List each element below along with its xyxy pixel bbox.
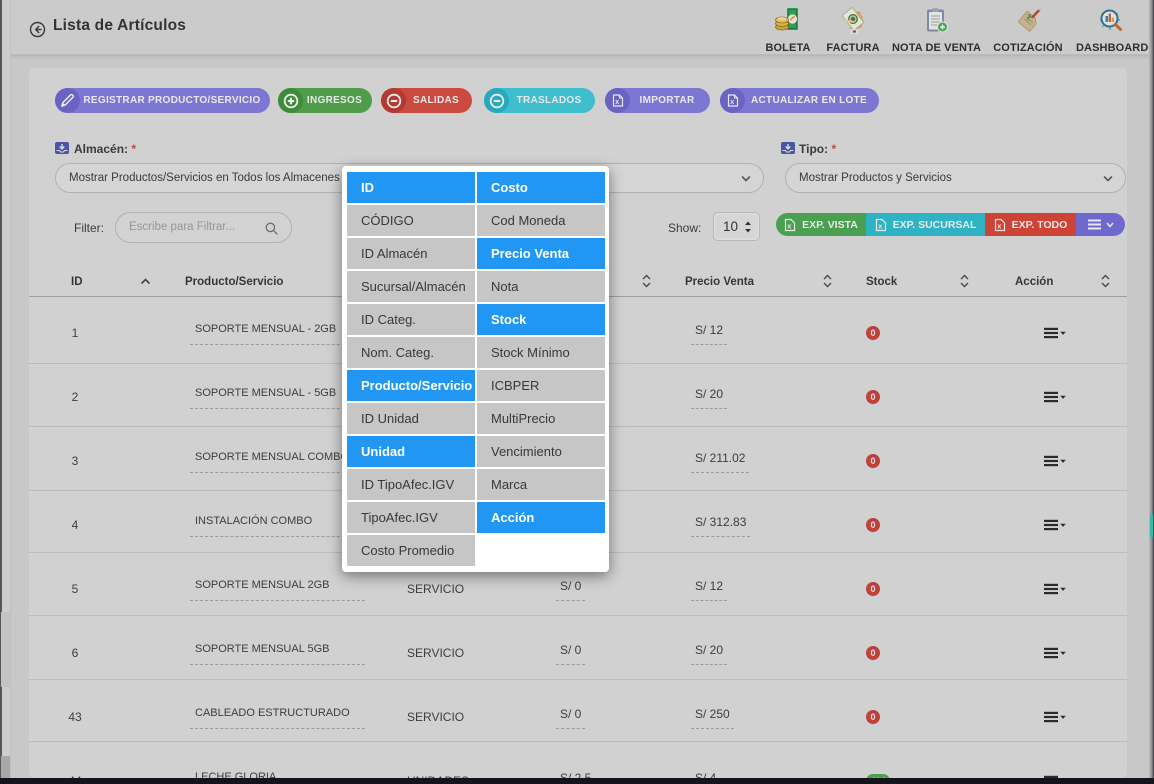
svg-text:x: x [997, 221, 1002, 230]
svg-text:x: x [787, 221, 792, 230]
svg-text:x: x [730, 99, 734, 106]
svg-text:x: x [878, 221, 883, 230]
svg-text:x: x [615, 99, 619, 106]
